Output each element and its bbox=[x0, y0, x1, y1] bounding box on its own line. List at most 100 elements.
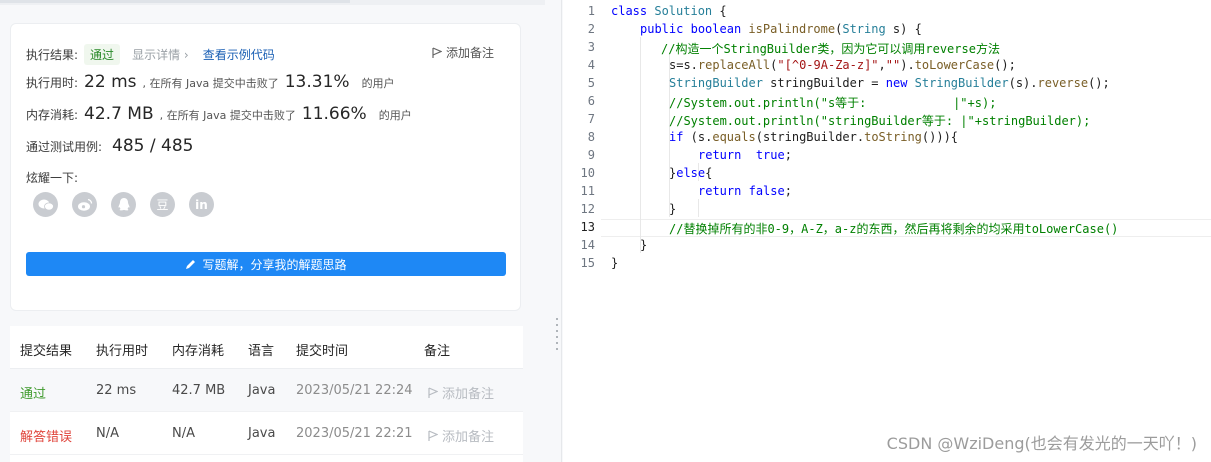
share-icons: 豆 in bbox=[33, 192, 214, 217]
line-number: 9 bbox=[587, 148, 595, 162]
flag-icon bbox=[428, 429, 438, 441]
result-row: 执行结果: 通过 显示详情 › 查看示例代码 bbox=[26, 44, 275, 65]
line-number: 8 bbox=[587, 130, 595, 144]
code-line: } bbox=[640, 238, 648, 252]
row-add-note-label: 添加备注 bbox=[442, 387, 495, 402]
submission-panel: 执行结果: 通过 显示详情 › 查看示例代码 添加备注 执行用时: 22 ms … bbox=[0, 0, 545, 462]
code-line: //System.out.println("stringBuilder等于: |… bbox=[669, 114, 1091, 128]
submissions-table: 提交结果 执行用时 内存消耗 语言 提交时间 备注 通过 22 ms 42.7 … bbox=[10, 326, 523, 462]
tests-value: 485 / 485 bbox=[112, 136, 194, 156]
line-number: 2 bbox=[587, 22, 595, 36]
runtime-label: 执行用时: bbox=[26, 76, 79, 90]
line-number-gutter: 1 2 3 4 5 6 7 8 9 10 11 12 13 14 15 bbox=[563, 0, 601, 462]
row-add-note-button[interactable]: 添加备注 bbox=[428, 426, 494, 445]
row-runtime: 22 ms bbox=[96, 383, 137, 398]
tab-strip bbox=[0, 0, 545, 5]
weibo-icon[interactable] bbox=[72, 192, 97, 217]
leetcode-submission-screen: 执行结果: 通过 显示详情 › 查看示例代码 添加备注 执行用时: 22 ms … bbox=[0, 0, 1211, 462]
header-submit-time: 提交时间 bbox=[296, 344, 349, 359]
row-submit-time: 2023/05/21 22:21 bbox=[296, 426, 413, 441]
line-number: 3 bbox=[587, 40, 595, 54]
line-number: 13 bbox=[580, 220, 595, 234]
row-result[interactable]: 通过 bbox=[20, 383, 46, 402]
code-line: //替换掉所有的非0-9，A-Z，a-z的东西，然后再将剩余的均采用toLowe… bbox=[669, 222, 1119, 236]
row-result[interactable]: 解答错误 bbox=[20, 426, 72, 445]
tests-row: 通过测试用例: 485 / 485 bbox=[26, 136, 193, 156]
header-note: 备注 bbox=[424, 344, 451, 359]
code-line: //构造一个StringBuilder类，因为它可以调用reverse方法 bbox=[661, 42, 1000, 56]
code-line: return false; bbox=[698, 184, 792, 198]
row-runtime: N/A bbox=[96, 426, 119, 441]
line-number: 4 bbox=[587, 58, 595, 72]
line-number: 14 bbox=[580, 238, 595, 252]
line-number: 11 bbox=[580, 184, 595, 198]
memory-suffix: 的用户 bbox=[378, 109, 412, 122]
qq-icon[interactable] bbox=[111, 192, 136, 217]
linkedin-icon[interactable]: in bbox=[189, 192, 214, 217]
pencil-icon bbox=[186, 259, 196, 269]
runtime-value: 22 ms bbox=[84, 72, 137, 92]
memory-value: 42.7 MB bbox=[84, 104, 154, 124]
code-line: s=s.replaceAll("[^0-9A-Za-z]","").toLowe… bbox=[669, 58, 1016, 72]
runtime-percent: 13.31% bbox=[284, 72, 350, 92]
code-line: //System.out.println("s等于: |"+s); bbox=[669, 96, 997, 110]
row-memory: 42.7 MB bbox=[172, 383, 226, 398]
header-result: 提交结果 bbox=[20, 344, 73, 359]
row-language: Java bbox=[248, 426, 276, 441]
header-memory: 内存消耗 bbox=[172, 344, 225, 359]
code-line: if (s.equals(stringBuilder.toString())){ bbox=[669, 130, 959, 144]
memory-label: 内存消耗: bbox=[26, 108, 79, 122]
table-row[interactable]: 通过 22 ms 42.7 MB Java 2023/05/21 22:24 添… bbox=[10, 369, 523, 412]
add-note-label: 添加备注 bbox=[445, 46, 494, 60]
table-row[interactable]: 解答错误 N/A N/A Java 2023/05/21 22:21 添加备注 bbox=[10, 412, 523, 455]
write-solution-button[interactable]: 写题解，分享我的解题思路 bbox=[26, 252, 506, 276]
panel-splitter[interactable] bbox=[545, 0, 562, 462]
share-row: 炫耀一下: bbox=[26, 169, 78, 186]
indent-guide bbox=[640, 37, 641, 253]
write-solution-label: 写题解，分享我的解题思路 bbox=[202, 257, 347, 272]
row-language: Java bbox=[248, 383, 276, 398]
tests-label: 通过测试用例: bbox=[26, 140, 103, 154]
line-number: 5 bbox=[587, 76, 595, 90]
line-number: 15 bbox=[580, 256, 595, 270]
line-number: 1 bbox=[587, 4, 595, 18]
line-number: 7 bbox=[587, 112, 595, 126]
douban-icon[interactable]: 豆 bbox=[150, 192, 175, 217]
code-line: class Solution { bbox=[611, 4, 727, 18]
row-add-note-label: 添加备注 bbox=[442, 430, 495, 445]
watermark: CSDN @WziDeng(也会有发光的一天吖！) bbox=[886, 434, 1197, 453]
wechat-icon[interactable] bbox=[33, 192, 58, 217]
code-line: return true; bbox=[698, 148, 792, 162]
memory-beat-text: , 在所有 Java 提交中击败了 bbox=[159, 109, 296, 122]
line-number: 6 bbox=[587, 94, 595, 108]
flag-icon bbox=[428, 386, 438, 398]
show-details-link[interactable]: 显示详情 › bbox=[132, 46, 189, 63]
row-submit-time: 2023/05/21 22:24 bbox=[296, 383, 413, 398]
runtime-suffix: 的用户 bbox=[361, 77, 395, 90]
table-header: 提交结果 执行用时 内存消耗 语言 提交时间 备注 bbox=[10, 326, 523, 369]
flag-icon bbox=[432, 46, 442, 58]
row-add-note-button[interactable]: 添加备注 bbox=[428, 383, 494, 402]
line-number: 12 bbox=[580, 202, 595, 216]
row-memory: N/A bbox=[172, 426, 195, 441]
view-sample-code-link[interactable]: 查看示例代码 bbox=[203, 46, 275, 63]
code-editor[interactable]: 1 2 3 4 5 6 7 8 9 10 11 12 13 14 15 clas… bbox=[563, 0, 1211, 462]
runtime-row: 执行用时: 22 ms , 在所有 Java 提交中击败了 13.31% 的用户 bbox=[26, 72, 395, 92]
add-note-button[interactable]: 添加备注 bbox=[432, 44, 494, 61]
header-runtime: 执行用时 bbox=[96, 344, 149, 359]
result-card: 执行结果: 通过 显示详情 › 查看示例代码 添加备注 执行用时: 22 ms … bbox=[10, 23, 521, 311]
status-badge: 通过 bbox=[84, 44, 121, 65]
runtime-beat-text: , 在所有 Java 提交中击败了 bbox=[142, 77, 279, 90]
line-number: 10 bbox=[580, 166, 595, 180]
code-line: } bbox=[611, 256, 619, 270]
code-line: }else{ bbox=[669, 166, 713, 180]
result-label: 执行结果: bbox=[26, 48, 79, 62]
drag-handle-icon[interactable] bbox=[556, 318, 558, 360]
code-line: } bbox=[669, 202, 677, 216]
share-label: 炫耀一下: bbox=[26, 171, 79, 185]
code-line: StringBuilder stringBuilder = new String… bbox=[669, 76, 1110, 90]
memory-percent: 11.66% bbox=[301, 104, 367, 124]
code-line: public boolean isPalindrome(String s) { bbox=[640, 22, 922, 36]
memory-row: 内存消耗: 42.7 MB , 在所有 Java 提交中击败了 11.66% 的… bbox=[26, 104, 412, 124]
header-language: 语言 bbox=[248, 344, 275, 359]
